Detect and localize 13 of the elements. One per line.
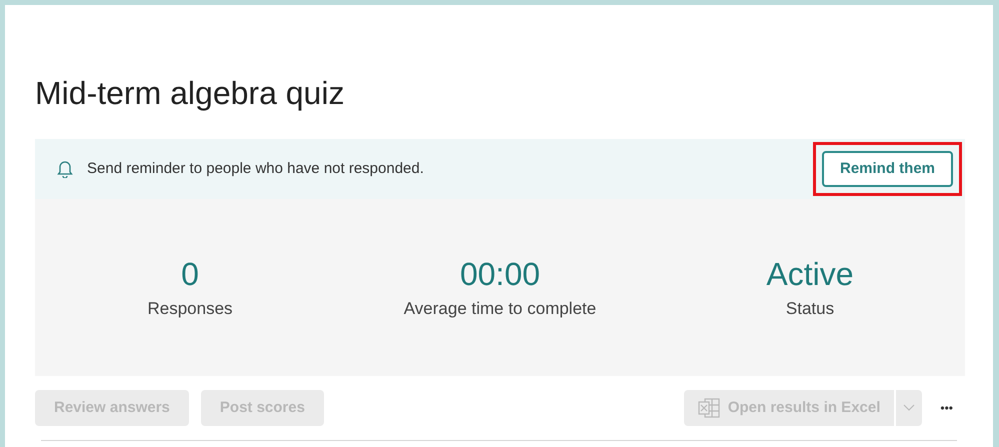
stat-value: 00:00 bbox=[460, 254, 540, 294]
spreadsheet-icon bbox=[698, 398, 720, 418]
stat-value: Active bbox=[766, 254, 854, 294]
stat-label: Responses bbox=[147, 298, 233, 320]
chevron-down-icon bbox=[903, 404, 916, 412]
stat-value: 0 bbox=[181, 254, 199, 294]
bell-icon bbox=[57, 160, 73, 178]
reminder-text: Send reminder to people who have not responded. bbox=[87, 158, 424, 179]
stat-label: Status bbox=[786, 298, 834, 320]
quiz-title: Mid-term algebra quiz bbox=[35, 77, 344, 109]
stat-label: Average time to complete bbox=[404, 298, 596, 320]
remind-button[interactable]: Remind them bbox=[822, 151, 953, 187]
more-button[interactable]: ••• bbox=[940, 399, 953, 417]
